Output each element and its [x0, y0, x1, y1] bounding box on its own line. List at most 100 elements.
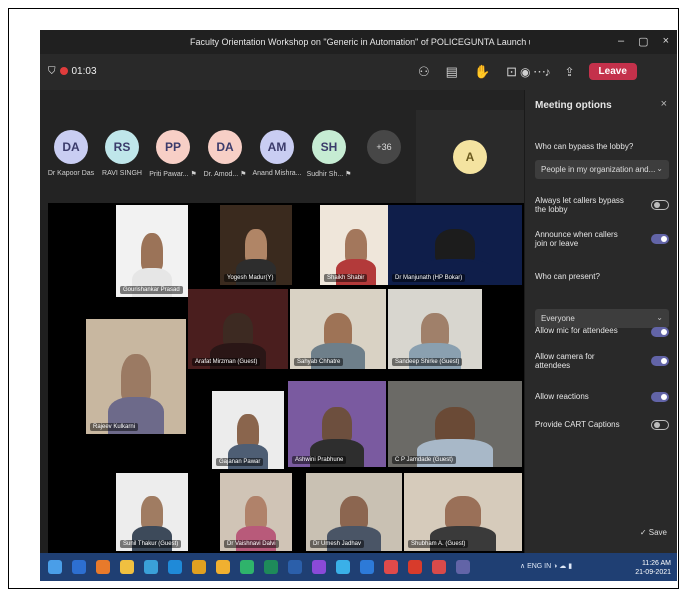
tile-name: Ashwini Prabhune	[292, 456, 347, 464]
edge-icon[interactable]	[144, 560, 158, 574]
meeting-toolbar: ⛉ 01:03 ⚇ ▤ ✋ ⊡ ⋯ ◉ ♪ ⇪ Leave	[40, 54, 677, 90]
tile-name: Sandeep Shirke (Guest)	[392, 358, 463, 366]
tile-name: Sahyab Chhatre	[294, 358, 344, 366]
video-tile[interactable]: Sandeep Shirke (Guest)	[388, 289, 482, 369]
video-tile[interactable]: Sahyab Chhatre	[290, 289, 386, 369]
media-icon[interactable]	[384, 560, 398, 574]
start-icon[interactable]	[48, 560, 62, 574]
tile-name: Yogesh Madur(Y)	[224, 274, 277, 282]
camera-icon[interactable]: ◉	[520, 65, 530, 79]
bypass-lobby-value: People in my organization and...	[541, 165, 656, 174]
reactions-label: Allow reactions	[535, 392, 589, 401]
participant-avatar[interactable]: RS	[105, 130, 139, 164]
participant-avatar[interactable]: AM	[260, 130, 294, 164]
powerpoint-icon[interactable]	[432, 560, 446, 574]
participant-video	[323, 313, 353, 347]
tile-name: Sunil Thakur (Guest)	[120, 540, 182, 548]
clock-date: 21-09-2021	[635, 569, 671, 576]
dialin-bypass-toggle[interactable]	[651, 200, 669, 210]
participant-video	[121, 353, 151, 402]
participant-video	[223, 313, 253, 347]
page-frame: Faculty Orientation Workshop on "Generic…	[8, 8, 679, 589]
maximize-button[interactable]: ▢	[638, 35, 648, 48]
participant-avatar[interactable]: DA	[54, 130, 88, 164]
dialin-bypass-label: Always let callers bypass the lobby	[535, 196, 624, 214]
mic-icon[interactable]: ♪	[544, 65, 550, 79]
more-participants-button[interactable]: +36	[367, 130, 401, 164]
share-icon[interactable]: ⇪	[564, 65, 574, 79]
save-button[interactable]: ✓ Save	[640, 528, 667, 537]
participant-video	[141, 496, 163, 530]
minimize-button[interactable]: –	[618, 35, 624, 48]
participant-video	[237, 414, 259, 448]
recording-icon	[59, 67, 68, 75]
chevron-down-icon: ⌄	[656, 313, 663, 322]
video-tile[interactable]: Yogesh Madur(Y)	[220, 205, 292, 285]
search-icon[interactable]	[72, 560, 86, 574]
shield-icon: ⛉	[48, 66, 56, 77]
self-avatar: A	[453, 140, 487, 174]
participant-name: Sudhir Sh... ⚑	[306, 171, 352, 178]
announce-toggle[interactable]	[651, 234, 669, 244]
chrome-icon[interactable]	[240, 560, 254, 574]
participant-video	[445, 496, 481, 530]
video-tile[interactable]: Rajeev Kulkarni	[86, 319, 186, 434]
ie-icon[interactable]	[168, 560, 182, 574]
video-tile[interactable]: Ashwini Prabhune	[288, 381, 386, 467]
chevron-down-icon: ⌄	[656, 164, 663, 173]
option-row: Announce when callers join or leave	[535, 230, 669, 248]
close-icon[interactable]: ×	[661, 98, 667, 110]
raise-hand-icon[interactable]: ✋	[474, 64, 490, 80]
tile-name: Arafat Mirzman (Guest)	[192, 358, 261, 366]
teams-window: Faculty Orientation Workshop on "Generic…	[40, 30, 677, 581]
reactions-toggle[interactable]	[651, 392, 669, 402]
excel-icon[interactable]	[264, 560, 278, 574]
word-icon[interactable]	[288, 560, 302, 574]
leave-button[interactable]: Leave	[588, 63, 637, 80]
rooms-icon[interactable]: ⊡	[506, 64, 517, 80]
self-view: A	[416, 110, 524, 205]
option-row: Allow mic for attendees	[535, 326, 669, 337]
settings-icon[interactable]	[336, 560, 350, 574]
firefox-icon[interactable]	[96, 560, 110, 574]
tile-name: Shubham A. (Guest)	[408, 540, 469, 548]
meeting-options-panel: Meeting options × Who can bypass the lob…	[524, 90, 677, 553]
bypass-lobby-select[interactable]: People in my organization and... ⌄	[535, 160, 669, 179]
panel-title: Meeting options	[535, 100, 612, 111]
store-icon[interactable]	[360, 560, 374, 574]
taskbar-clock[interactable]: 11:26 AM 21-09-2021	[635, 559, 671, 577]
file-explorer-icon[interactable]	[120, 560, 134, 574]
participant-video	[245, 496, 267, 530]
participant-avatar[interactable]: SH	[312, 130, 346, 164]
close-button[interactable]: ×	[663, 35, 669, 48]
clock-time: 11:26 AM	[641, 560, 671, 567]
participant-avatar[interactable]: DA	[208, 130, 242, 164]
app-icon[interactable]	[216, 560, 230, 574]
video-tile[interactable]: Arafat Mirzman (Guest)	[188, 289, 288, 369]
onenote-icon[interactable]	[312, 560, 326, 574]
video-tile[interactable]: Dr Umesh Jadhav	[306, 473, 402, 551]
teams-icon[interactable]	[456, 560, 470, 574]
camera-toggle[interactable]	[651, 356, 669, 366]
video-tile[interactable]: Shubham A. (Guest)	[404, 473, 522, 551]
video-tile[interactable]: Shaikh Shabir	[320, 205, 392, 285]
participants-icon[interactable]: ⚇	[418, 64, 430, 80]
chat-icon[interactable]: ▤	[446, 64, 458, 80]
video-tile[interactable]: C P Jamdade (Guest)	[388, 381, 522, 467]
system-tray[interactable]: ∧ ENG IN ◑ ☁ ▮	[520, 562, 572, 570]
pdf-icon[interactable]	[408, 560, 422, 574]
window-title: Faculty Orientation Workshop on "Generic…	[190, 37, 530, 47]
option-row: Allow camera for attendees	[535, 352, 669, 370]
video-tile[interactable]: Dr Vaishnavi Dalvi	[220, 473, 292, 551]
video-tile[interactable]: Sunil Thakur (Guest)	[116, 473, 188, 551]
video-tile[interactable]: Gajanan Pawar	[212, 391, 284, 469]
tile-name: Rajeev Kulkarni	[90, 423, 139, 431]
title-bar: Faculty Orientation Workshop on "Generic…	[40, 30, 677, 54]
folder-icon[interactable]	[192, 560, 206, 574]
participant-avatar[interactable]: PP	[156, 130, 190, 164]
video-tile[interactable]: Dr Manjunath (HP Bokar)	[388, 205, 522, 285]
video-tile[interactable]: Gourishankar Prasad	[116, 205, 188, 297]
cart-toggle[interactable]	[651, 420, 669, 430]
mic-toggle[interactable]	[651, 327, 669, 337]
participant-video	[434, 406, 476, 443]
